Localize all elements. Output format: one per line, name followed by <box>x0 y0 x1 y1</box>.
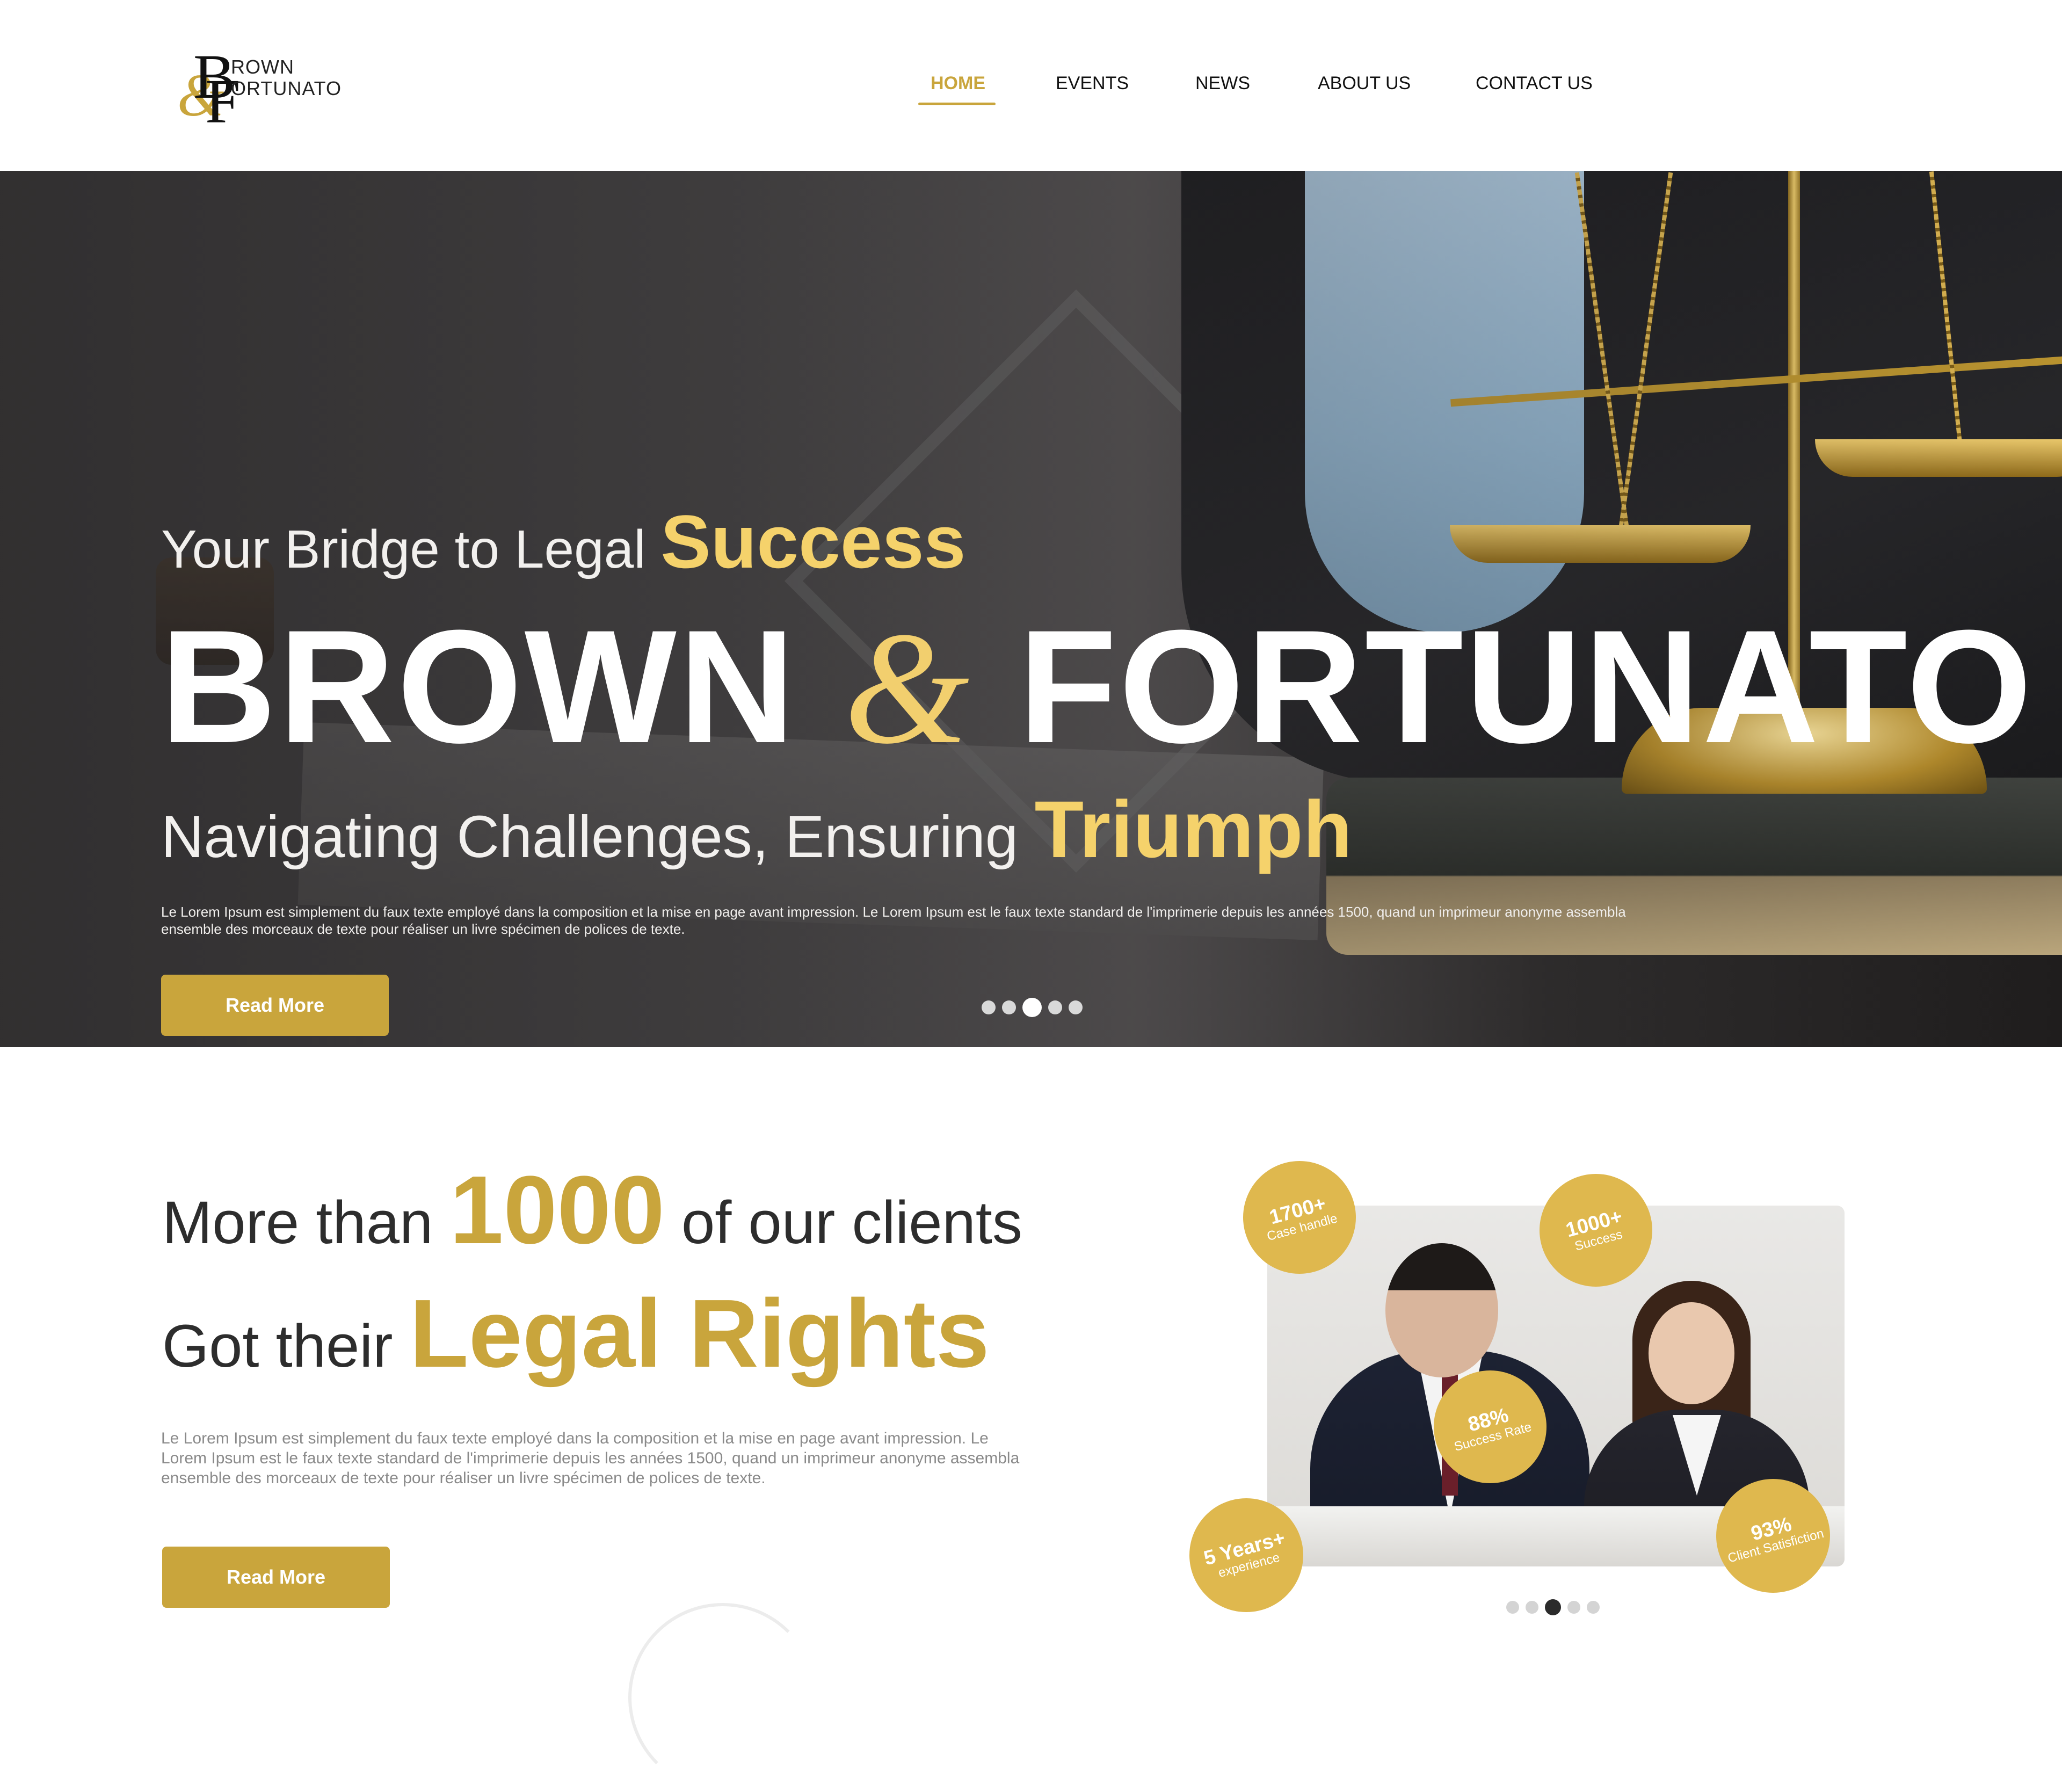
nav-about-us[interactable]: ABOUT US <box>1318 73 1411 94</box>
hero-title-brown: BROWN <box>160 596 844 777</box>
hero-subtitle-text: Navigating Challenges, Ensuring <box>161 804 1035 870</box>
hero-slider-dot-1[interactable] <box>982 1000 996 1014</box>
hero-slider-dots <box>982 998 1083 1017</box>
stats-heading-line2: Got their Legal Rights <box>162 1278 990 1389</box>
hero-subtitle: Navigating Challenges, Ensuring Triumph <box>161 783 1352 876</box>
hero-slider-dot-5[interactable] <box>1069 1000 1083 1014</box>
photo-slider-dot-5[interactable] <box>1587 1601 1600 1614</box>
stats-description: Le Lorem Ipsum est simplement du faux te… <box>161 1430 1020 1487</box>
stats-heading-text: Got their <box>162 1312 410 1380</box>
nav-events[interactable]: EVENTS <box>1056 73 1129 94</box>
hero-tagline: Your Bridge to Legal Success <box>161 498 966 585</box>
stats-heading-text: of our clients <box>664 1189 1022 1256</box>
stats-client-count: 1000 <box>449 1156 665 1264</box>
hero-description: Le Lorem Ipsum est simplement du faux te… <box>161 904 1626 937</box>
hero-title-fortunato: FORTUNATO <box>971 596 2034 777</box>
logo-word-brown: ROWN <box>231 56 294 78</box>
hero-banner: Your Bridge to Legal Success BROWN & FOR… <box>0 171 2062 1047</box>
hero-slider-dot-4[interactable] <box>1048 1000 1062 1014</box>
stats-heading-highlight: Legal Rights <box>409 1280 990 1388</box>
woman-face <box>1649 1302 1734 1404</box>
stats-read-more-button[interactable]: Read More <box>162 1547 390 1608</box>
hero-subtitle-highlight: Triumph <box>1034 784 1353 874</box>
nav-contact-us[interactable]: CONTACT US <box>1476 73 1593 94</box>
decorative-arc <box>628 1603 817 1792</box>
hero-tagline-text: Your Bridge to Legal <box>161 519 661 579</box>
hero-title-ampersand: & <box>844 599 972 777</box>
logo-word-fortunato: ORTUNATO <box>231 77 342 99</box>
hero-slider-dot-2[interactable] <box>1002 1000 1016 1014</box>
stats-heading-text: More than <box>162 1189 450 1256</box>
stats-heading-line1: More than 1000 of our clients <box>162 1155 1022 1266</box>
photo-slider-dot-2[interactable] <box>1526 1601 1538 1614</box>
photo-slider-dot-1[interactable] <box>1506 1601 1519 1614</box>
hero-read-more-button[interactable]: Read More <box>161 975 389 1036</box>
photo-slider-dots <box>1506 1599 1600 1615</box>
photo-slider-dot-3[interactable] <box>1545 1599 1561 1615</box>
man-head <box>1385 1243 1498 1377</box>
hero-slider-dot-3[interactable] <box>1022 998 1042 1017</box>
nav-active-underline <box>918 103 996 105</box>
hero-title: BROWN & FORTUNATO <box>160 606 2034 768</box>
nav-news[interactable]: NEWS <box>1195 73 1250 94</box>
photo-slider-dot-4[interactable] <box>1567 1601 1580 1614</box>
brand-logo[interactable]: & B F ROWN ORTUNATO <box>177 45 341 133</box>
hero-tagline-highlight: Success <box>660 499 966 584</box>
site-header: & B F ROWN ORTUNATO HOME EVENTS NEWS ABO… <box>0 0 2062 171</box>
nav-home[interactable]: HOME <box>931 73 985 94</box>
